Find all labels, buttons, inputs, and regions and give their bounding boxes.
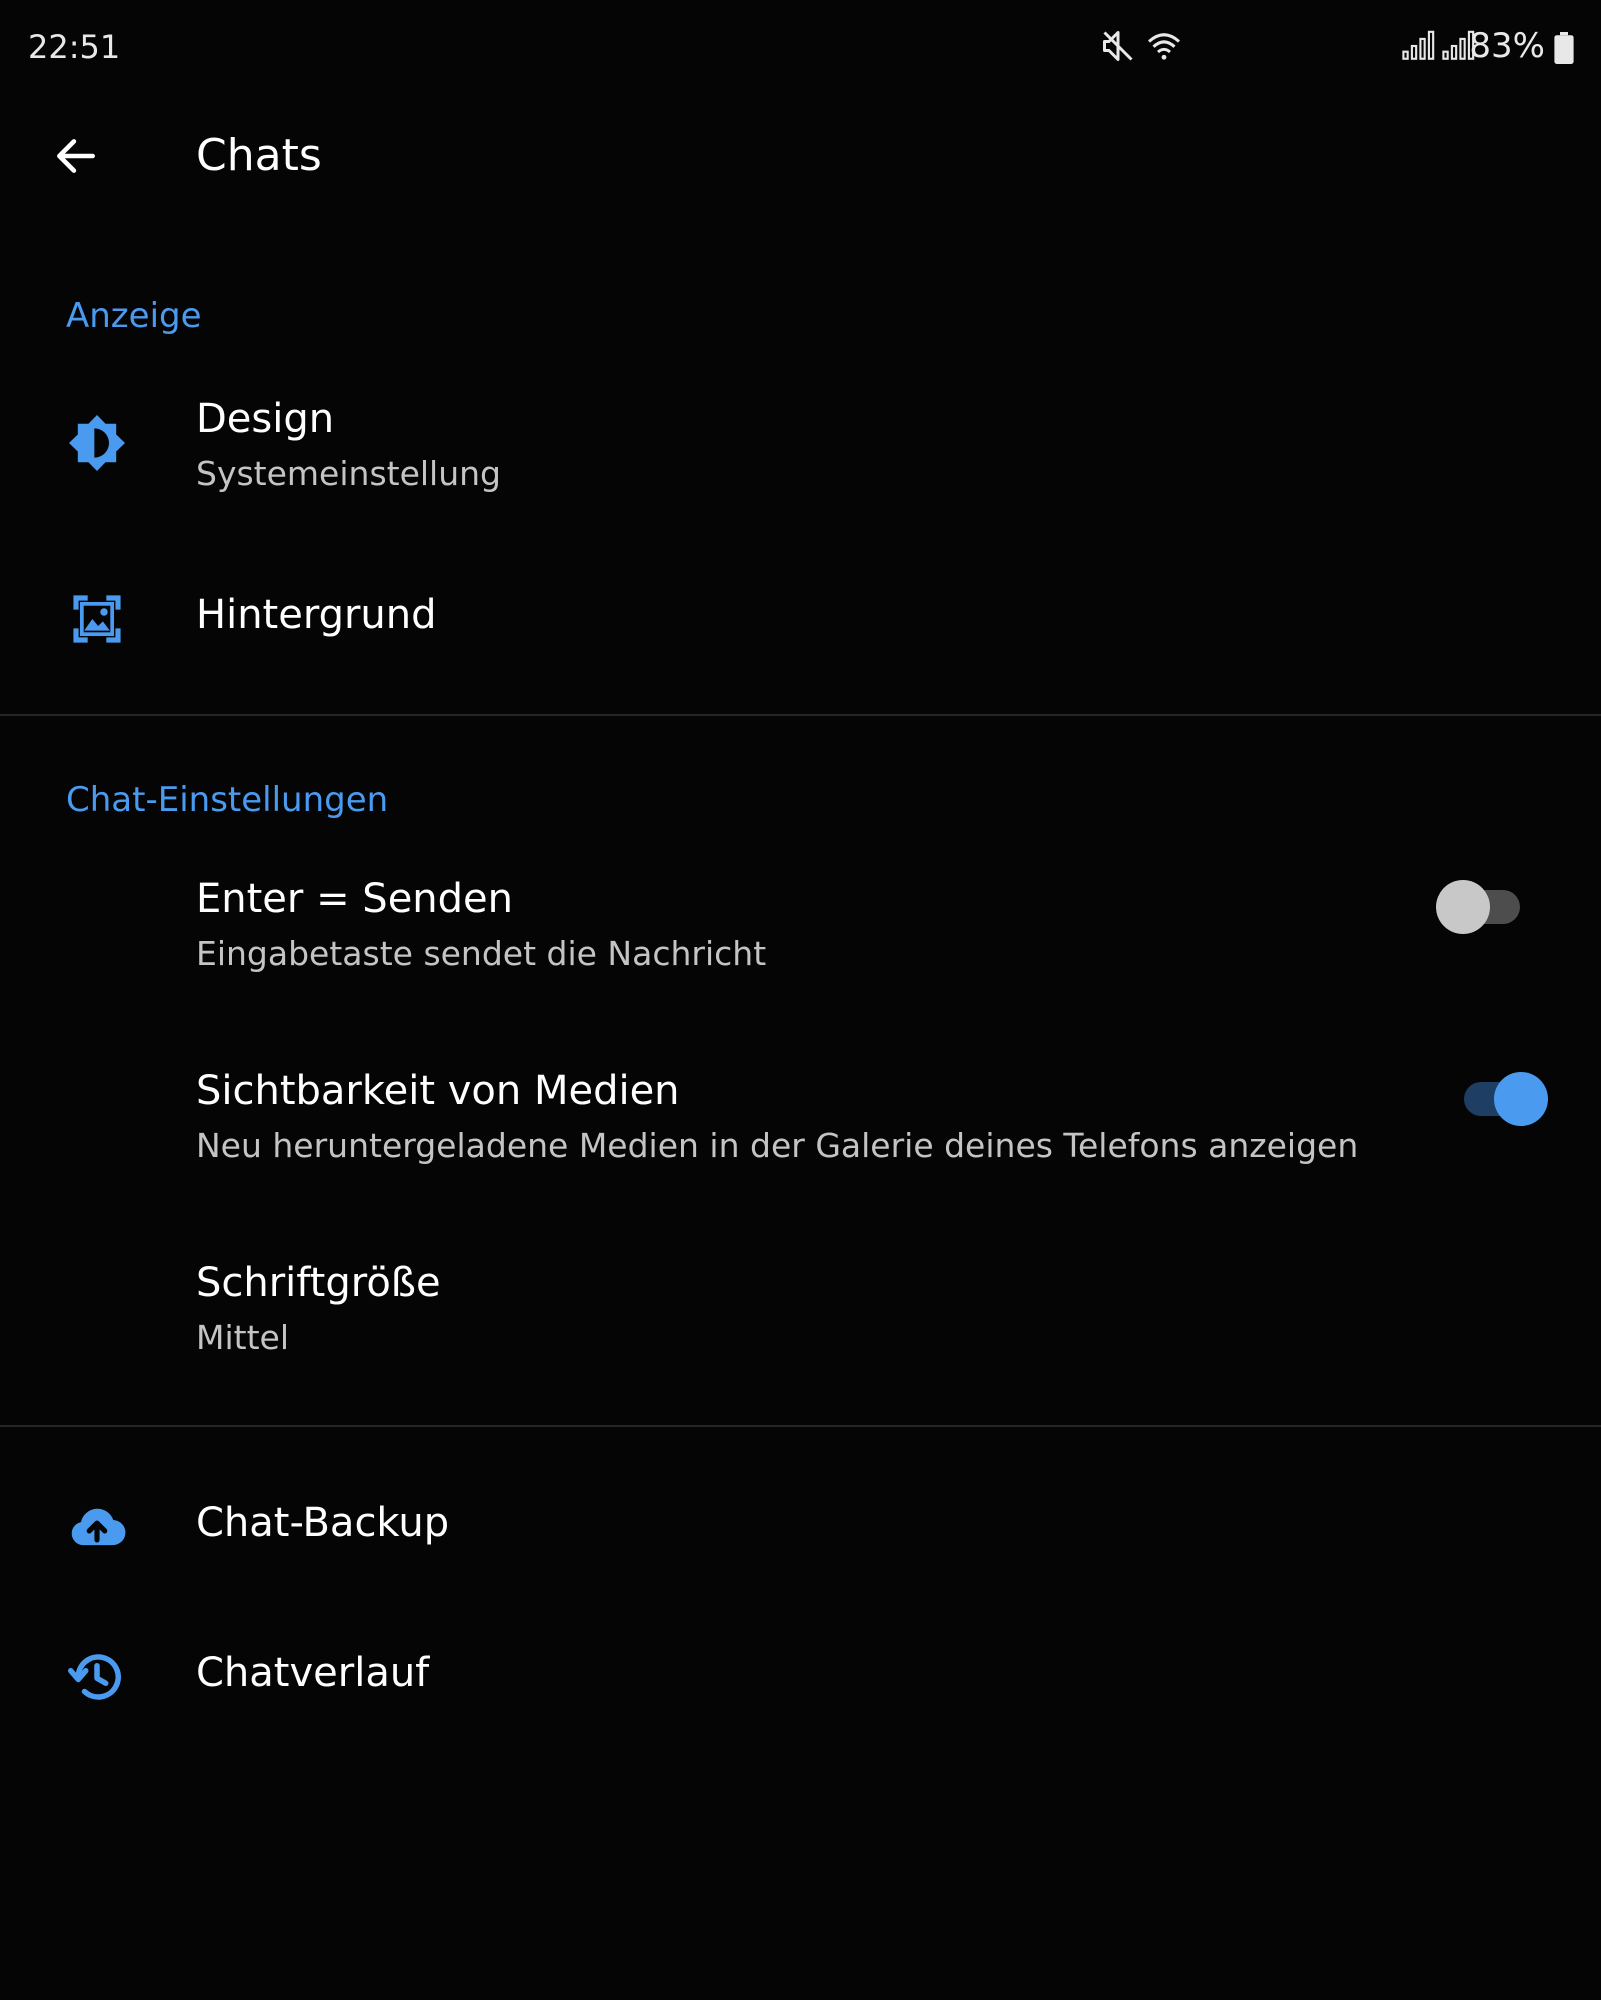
signal-icon	[1402, 30, 1436, 66]
enter-send-title: Enter = Senden	[196, 876, 514, 922]
wifi-icon	[1146, 28, 1182, 68]
section-divider	[0, 714, 1601, 716]
section-header-chat-settings: Chat-Einstellungen	[66, 780, 389, 820]
toggle-thumb	[1436, 880, 1490, 934]
toggle-thumb	[1494, 1072, 1548, 1126]
mute-icon	[1100, 28, 1136, 68]
media-visibility-toggle[interactable]	[1458, 1068, 1548, 1128]
setting-font-size[interactable]: Schriftgröße Mittel	[0, 1246, 1601, 1406]
section-header-display: Anzeige	[66, 296, 202, 336]
app-bar: Chats	[0, 100, 1601, 216]
wallpaper-icon	[62, 584, 132, 654]
status-bar: 22:51 83%	[0, 0, 1601, 100]
media-visibility-title: Sichtbarkeit von Medien	[196, 1068, 680, 1114]
enter-send-subtitle: Eingabetaste sendet die Nachricht	[196, 934, 767, 973]
status-time: 22:51	[28, 28, 121, 66]
battery-icon	[1554, 32, 1574, 68]
arrow-back-icon	[51, 131, 101, 185]
font-size-subtitle: Mittel	[196, 1318, 289, 1357]
chat-history-title: Chatverlauf	[196, 1650, 430, 1696]
setting-enter-send[interactable]: Enter = Senden Eingabetaste sendet die N…	[0, 862, 1601, 1022]
chat-backup-title: Chat-Backup	[196, 1500, 450, 1546]
history-icon	[62, 1642, 132, 1712]
brightness-icon	[62, 408, 132, 478]
setting-media-visibility[interactable]: Sichtbarkeit von Medien Neu heruntergela…	[0, 1054, 1601, 1214]
setting-chat-history[interactable]: Chatverlauf	[0, 1620, 1601, 1740]
setting-chat-backup[interactable]: Chat-Backup	[0, 1470, 1601, 1590]
battery-level: 83%	[1469, 26, 1545, 66]
cloud-upload-icon	[62, 1492, 132, 1562]
design-subtitle: Systemeinstellung	[196, 454, 501, 493]
section-divider	[0, 1425, 1601, 1427]
setting-background[interactable]: Hintergrund	[0, 560, 1601, 680]
background-title: Hintergrund	[196, 592, 437, 638]
page-title: Chats	[196, 130, 322, 181]
font-size-title: Schriftgröße	[196, 1260, 441, 1306]
design-title: Design	[196, 396, 335, 442]
setting-design[interactable]: Design Systemeinstellung	[0, 380, 1601, 540]
enter-send-toggle[interactable]	[1436, 876, 1526, 936]
media-visibility-subtitle: Neu heruntergeladene Medien in der Galer…	[196, 1126, 1359, 1165]
back-button[interactable]	[40, 126, 112, 190]
